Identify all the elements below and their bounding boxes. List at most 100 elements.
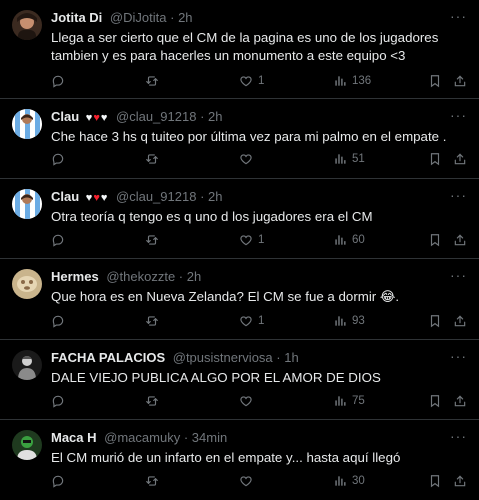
bookmark-button[interactable] <box>428 313 442 329</box>
separator-dot: · <box>200 189 205 204</box>
avatar[interactable] <box>12 109 42 139</box>
like-icon <box>239 474 253 488</box>
reply-button[interactable] <box>51 393 65 409</box>
share-icon <box>453 474 467 488</box>
views-count: 93 <box>352 315 365 327</box>
share-button[interactable] <box>453 232 467 248</box>
timestamp[interactable]: 2h <box>187 269 201 284</box>
timestamp[interactable]: 2h <box>208 189 222 204</box>
reply-button[interactable] <box>51 73 65 89</box>
tweet-header: Maca H @macamuky · 34min <box>51 429 467 447</box>
share-button[interactable] <box>453 313 467 329</box>
timestamp[interactable]: 2h <box>178 10 192 25</box>
like-button[interactable] <box>239 473 258 489</box>
views-button[interactable]: 51 <box>333 151 365 167</box>
tweet[interactable]: Hermes @thekozzte · 2h ··· Que hora es e… <box>0 259 479 340</box>
more-icon[interactable]: ··· <box>450 267 467 283</box>
reply-button[interactable] <box>51 232 65 248</box>
reply-button[interactable] <box>51 151 65 167</box>
avatar[interactable] <box>12 350 42 380</box>
user-handle[interactable]: @macamuky <box>104 430 180 445</box>
like-count: 1 <box>258 315 265 327</box>
share-icon <box>453 314 467 328</box>
tweet-actions: 51 <box>51 151 467 167</box>
retweet-button[interactable] <box>145 73 159 89</box>
share-button[interactable] <box>453 393 467 409</box>
user-handle[interactable]: @DiJotita <box>110 10 167 25</box>
bookmark-icon <box>428 394 442 408</box>
reply-button[interactable] <box>51 313 65 329</box>
more-icon[interactable]: ··· <box>450 428 467 444</box>
timestamp[interactable]: 34min <box>192 430 227 445</box>
display-name[interactable]: Jotita Di <box>51 10 102 25</box>
tweet[interactable]: Maca H @macamuky · 34min ··· El CM murió… <box>0 420 479 500</box>
tweet-text: Otra teoría q tengo es q uno d los jugad… <box>51 209 373 224</box>
tweet-actions: 75 <box>51 393 467 409</box>
display-name[interactable]: Clau <box>51 109 79 124</box>
avatar[interactable] <box>12 10 42 40</box>
retweet-icon <box>145 233 159 247</box>
bookmark-icon <box>428 152 442 166</box>
views-icon <box>333 314 347 328</box>
like-button[interactable]: 1 <box>239 73 264 89</box>
user-handle[interactable]: @clau_91218 <box>116 109 196 124</box>
tweet[interactable]: Clau ♥♥♥ @clau_91218 · 2h ··· Che hace 3… <box>0 99 479 179</box>
like-icon <box>239 233 253 247</box>
display-name[interactable]: Hermes <box>51 269 99 284</box>
display-name[interactable]: Maca H <box>51 430 97 445</box>
like-button[interactable]: 1 <box>239 313 264 329</box>
tweet-header: Clau ♥♥♥ @clau_91218 · 2h <box>51 188 467 206</box>
share-button[interactable] <box>453 73 467 89</box>
views-button[interactable]: 136 <box>333 73 371 89</box>
tweet-actions: 1 136 <box>51 73 467 89</box>
bookmark-button[interactable] <box>428 151 442 167</box>
views-icon <box>333 152 347 166</box>
retweet-button[interactable] <box>145 393 159 409</box>
like-button[interactable]: 1 <box>239 232 264 248</box>
reply-icon <box>51 74 65 88</box>
retweet-button[interactable] <box>145 473 159 489</box>
more-icon[interactable]: ··· <box>450 8 467 24</box>
retweet-button[interactable] <box>145 313 159 329</box>
bookmark-button[interactable] <box>428 232 442 248</box>
views-button[interactable]: 75 <box>333 393 365 409</box>
display-name[interactable]: Clau <box>51 189 79 204</box>
views-count: 51 <box>352 153 365 165</box>
tweet-actions: 1 93 <box>51 313 467 329</box>
share-button[interactable] <box>453 151 467 167</box>
reply-button[interactable] <box>51 473 65 489</box>
display-name[interactable]: FACHA PALACIOS <box>51 350 165 365</box>
more-icon[interactable]: ··· <box>450 187 467 203</box>
separator-dot: · <box>178 269 184 284</box>
bookmark-button[interactable] <box>428 393 442 409</box>
user-handle[interactable]: @tpusistnerviosa <box>173 350 273 365</box>
avatar[interactable] <box>12 189 42 219</box>
bookmark-button[interactable] <box>428 73 442 89</box>
share-button[interactable] <box>453 473 467 489</box>
more-icon[interactable]: ··· <box>450 348 467 364</box>
bookmark-button[interactable] <box>428 473 442 489</box>
like-button[interactable] <box>239 151 258 167</box>
timestamp[interactable]: 2h <box>208 109 222 124</box>
name-emoji-hearts: ♥♥♥ <box>85 192 109 204</box>
bookmark-icon <box>428 74 442 88</box>
tweet[interactable]: FACHA PALACIOS @tpusistnerviosa · 1h ···… <box>0 340 479 420</box>
tweet[interactable]: Clau ♥♥♥ @clau_91218 · 2h ··· Otra teorí… <box>0 179 479 259</box>
avatar[interactable] <box>12 430 42 460</box>
tweet-header: Clau ♥♥♥ @clau_91218 · 2h <box>51 108 467 126</box>
tweet[interactable]: Jotita Di @DiJotita · 2h ··· Llega a ser… <box>0 0 479 99</box>
user-handle[interactable]: @thekozzte <box>106 269 175 284</box>
bookmark-icon <box>428 474 442 488</box>
views-button[interactable]: 30 <box>333 473 365 489</box>
retweet-button[interactable] <box>145 151 159 167</box>
more-icon[interactable]: ··· <box>450 107 467 123</box>
retweet-button[interactable] <box>145 232 159 248</box>
timestamp[interactable]: 1h <box>284 350 298 365</box>
views-button[interactable]: 60 <box>333 232 365 248</box>
user-handle[interactable]: @clau_91218 <box>116 189 196 204</box>
avatar[interactable] <box>12 269 42 299</box>
separator-dot: · <box>170 10 175 25</box>
like-button[interactable] <box>239 393 258 409</box>
name-emoji-hearts: ♥♥♥ <box>85 112 109 124</box>
views-button[interactable]: 93 <box>333 313 365 329</box>
